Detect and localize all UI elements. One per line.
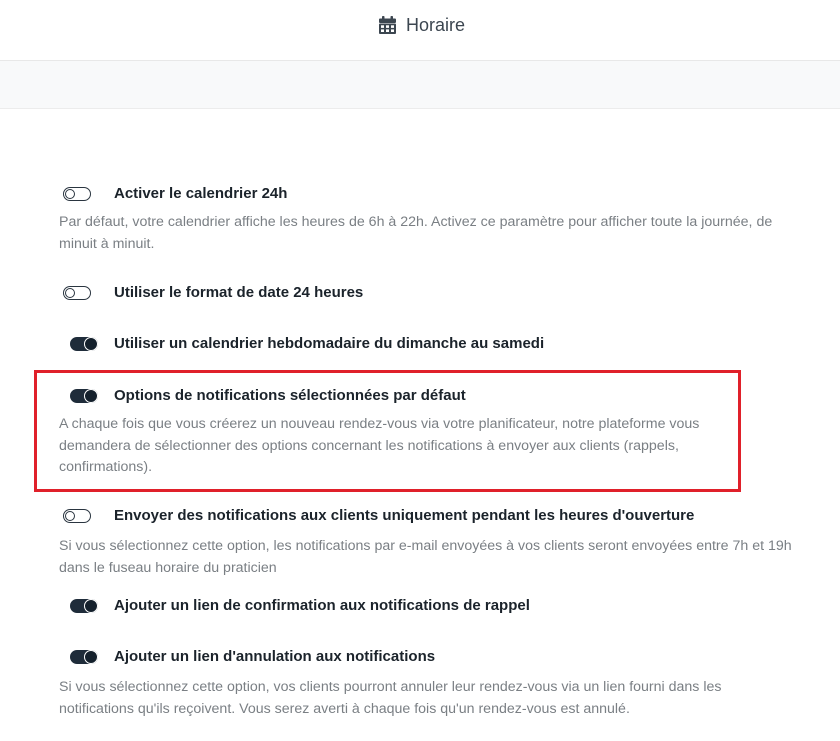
setting-desc-default-notification-options: A chaque fois que vous créerez un nouvea… (59, 416, 700, 475)
toggle-sunday-saturday-week[interactable] (70, 337, 98, 351)
setting-desc-business-hours-notifications: Si vous sélectionnez cette option, les n… (59, 538, 792, 576)
setting-desc-cancellation-link: Si vous sélectionnez cette option, vos c… (59, 679, 722, 717)
toggle-confirmation-link[interactable] (70, 599, 98, 613)
toggle-default-notification-options[interactable] (70, 389, 98, 403)
page-title: Horaire (405, 14, 466, 35)
setting-desc-24h-calendar: Par défaut, votre calendrier affiche les… (59, 214, 773, 252)
toggle-knob (84, 599, 98, 613)
setting-label-24h-calendar: Activer le calendrier 24h (114, 185, 288, 202)
toggle-knob (84, 650, 98, 664)
toggle-24h-date-format[interactable] (63, 286, 91, 300)
toolbar-band (0, 61, 840, 109)
setting-label-24h-date-format: Utiliser le format de date 24 heures (114, 284, 364, 301)
toggle-cancellation-link[interactable] (70, 650, 98, 664)
setting-label-sunday-saturday-week: Utiliser un calendrier hebdomadaire du d… (114, 335, 545, 352)
toggle-knob (84, 337, 98, 351)
setting-label-confirmation-link: Ajouter un lien de confirmation aux noti… (114, 597, 530, 614)
toggle-business-hours-notifications[interactable] (63, 509, 91, 523)
toggle-24h-calendar[interactable] (63, 187, 91, 201)
toggle-knob (65, 188, 75, 199)
toggle-knob (65, 510, 75, 521)
setting-label-business-hours-notifications: Envoyer des notifications aux clients un… (114, 507, 695, 524)
header-title-wrap: Horaire (378, 14, 466, 36)
toggle-knob (65, 287, 75, 298)
setting-label-default-notification-options: Options de notifications sélectionnées p… (114, 387, 466, 404)
setting-label-cancellation-link: Ajouter un lien d'annulation aux notific… (114, 648, 436, 665)
toggle-knob (84, 389, 98, 403)
page-header: Horaire (0, 0, 840, 61)
calendar-icon (378, 16, 396, 34)
